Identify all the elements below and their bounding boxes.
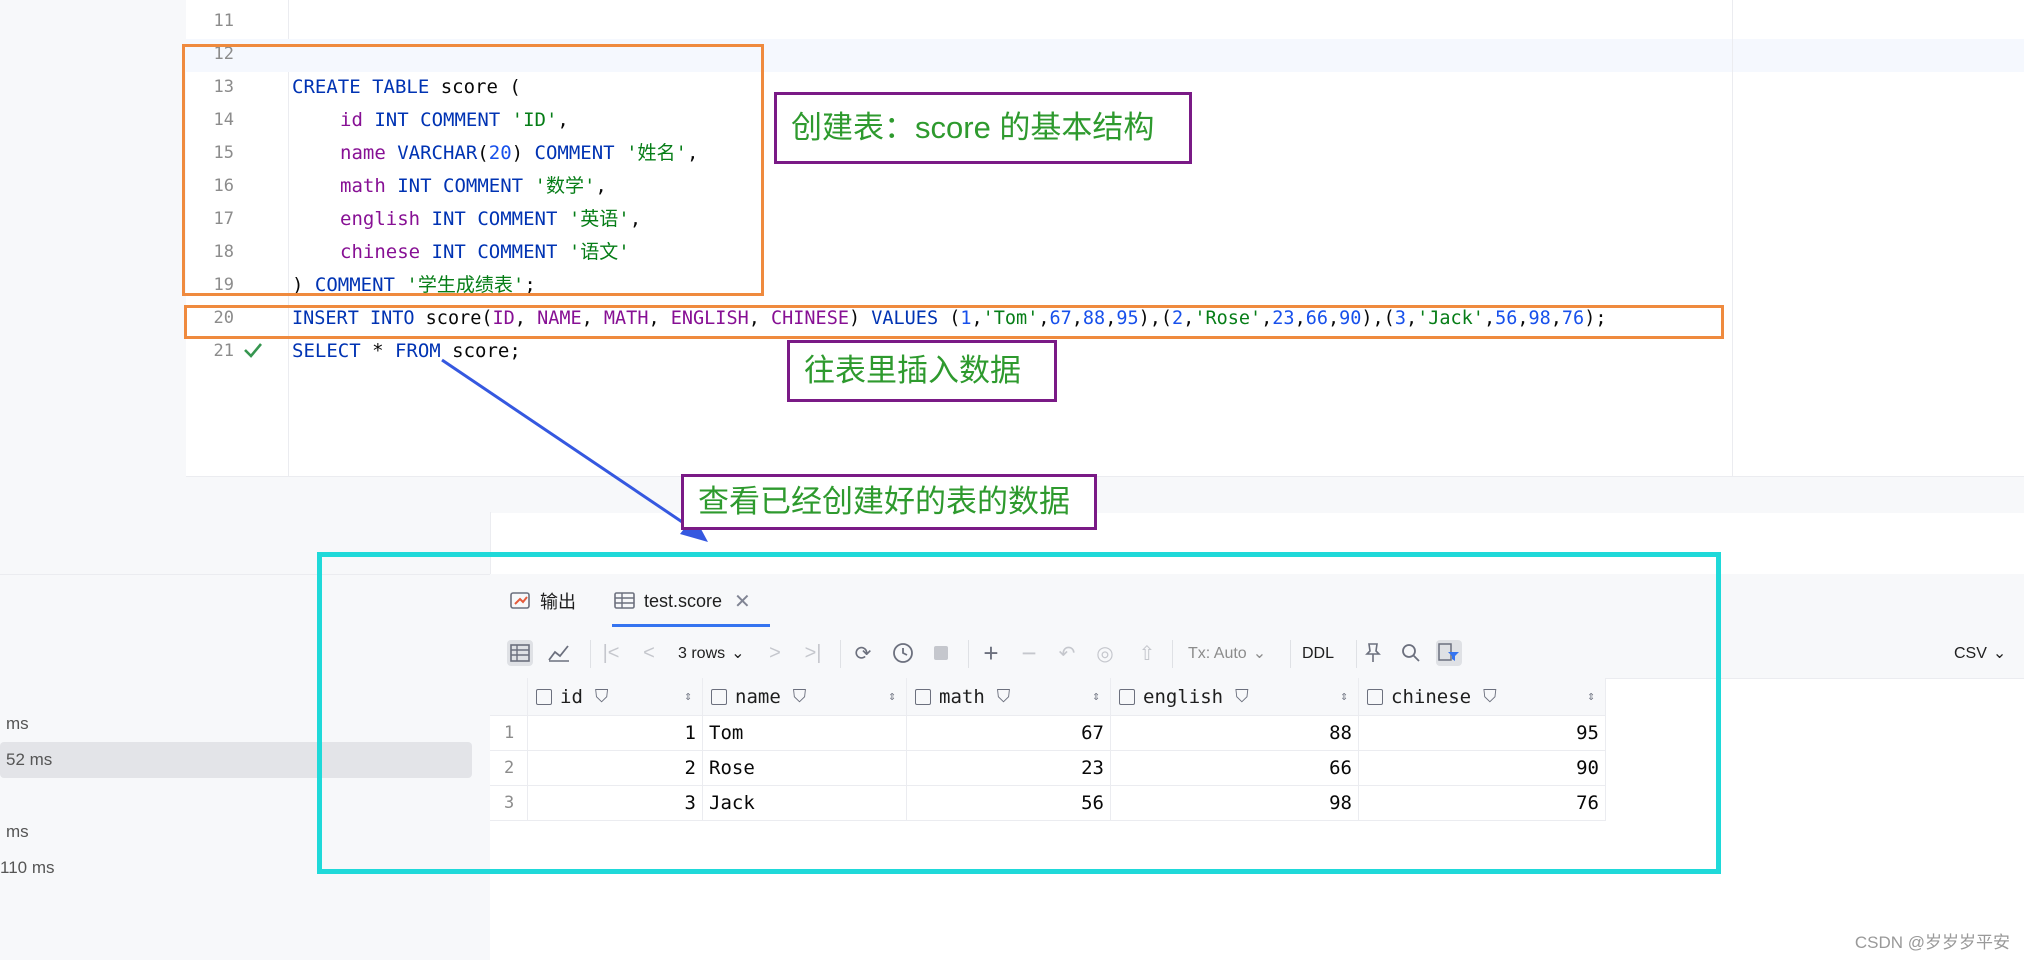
line-number: 21 xyxy=(213,341,234,361)
results-highlight-box xyxy=(317,552,1721,874)
insert-highlight-box xyxy=(184,305,1724,339)
chevron-down-icon: ⌄ xyxy=(1992,645,2007,662)
service-duration[interactable]: ms xyxy=(6,822,29,842)
service-duration[interactable]: ms xyxy=(6,714,29,734)
left-sidebar-background xyxy=(0,0,186,512)
watermark: CSDN @岁岁岁平安 xyxy=(1854,933,2010,952)
right-margin-guide xyxy=(1732,0,1733,476)
service-duration[interactable]: 52 ms xyxy=(6,750,52,770)
create-table-highlight-box xyxy=(182,44,764,296)
code-text: * xyxy=(360,340,395,362)
line-number: 11 xyxy=(213,11,234,31)
create-table-note: 创建表：score 的基本结构 xyxy=(774,92,1192,164)
view-data-note: 查看已经创建好的表的数据 xyxy=(681,474,1097,530)
service-duration[interactable]: 110 ms xyxy=(0,858,55,878)
execution-success-check-icon xyxy=(244,343,262,358)
export-format-dropdown[interactable]: CSV ⌄ xyxy=(1954,640,2006,668)
sql-keyword: SELECT xyxy=(292,340,361,362)
export-format-label: CSV xyxy=(1954,645,1987,662)
insert-data-note: 往表里插入数据 xyxy=(787,340,1057,402)
